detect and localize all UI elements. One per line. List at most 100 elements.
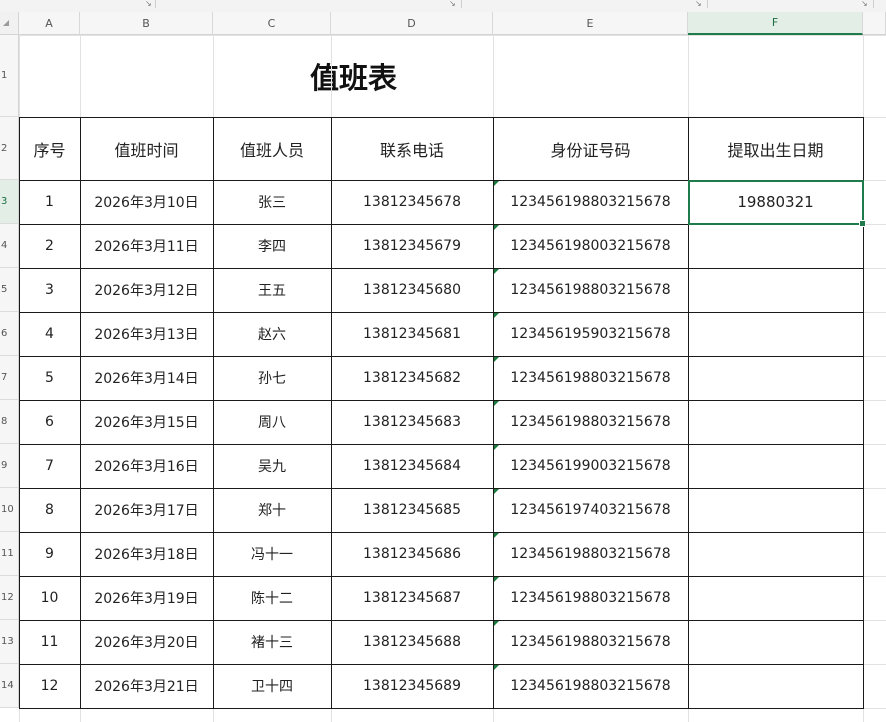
row-header-3[interactable]: 3 <box>0 180 19 224</box>
column-header-c[interactable]: C <box>213 12 331 35</box>
header-cell[interactable]: 身份证号码 <box>493 117 688 180</box>
row-header-5[interactable]: 5 <box>0 268 19 312</box>
table-cell[interactable] <box>688 664 863 708</box>
table-cell[interactable]: 123456198803215678 <box>493 356 688 400</box>
row-header-13[interactable]: 13 <box>0 620 19 664</box>
ribbon-launcher-icon[interactable]: ↘ <box>145 0 152 8</box>
table-cell[interactable] <box>688 620 863 664</box>
row-header-1[interactable]: 1 <box>0 35 19 117</box>
table-cell[interactable]: 吴九 <box>213 444 331 488</box>
error-indicator-icon[interactable] <box>494 665 499 670</box>
table-cell[interactable]: 2026年3月10日 <box>80 180 213 224</box>
table-cell[interactable]: 8 <box>19 488 80 532</box>
row-header-4[interactable]: 4 <box>0 224 19 268</box>
header-cell[interactable]: 值班时间 <box>80 117 213 180</box>
column-header-d[interactable]: D <box>331 12 493 35</box>
sheet-title[interactable]: 值班表 <box>19 35 688 117</box>
table-cell[interactable] <box>688 532 863 576</box>
table-cell[interactable]: 123456198803215678 <box>493 532 688 576</box>
row-header-12[interactable]: 12 <box>0 576 19 620</box>
error-indicator-icon[interactable] <box>494 489 499 494</box>
table-cell[interactable]: 2026年3月17日 <box>80 488 213 532</box>
error-indicator-icon[interactable] <box>494 269 499 274</box>
table-cell[interactable]: 王五 <box>213 268 331 312</box>
table-cell[interactable]: 13812345683 <box>331 400 493 444</box>
table-cell[interactable] <box>688 488 863 532</box>
table-cell[interactable]: 赵六 <box>213 312 331 356</box>
table-cell[interactable]: 11 <box>19 620 80 664</box>
table-cell[interactable]: 13812345679 <box>331 224 493 268</box>
table-cell[interactable]: 13812345688 <box>331 620 493 664</box>
column-header-e[interactable]: E <box>493 12 688 35</box>
ribbon-launcher-icon[interactable]: ↘ <box>695 0 702 8</box>
table-cell[interactable]: 5 <box>19 356 80 400</box>
table-cell[interactable]: 123456198803215678 <box>493 620 688 664</box>
worksheet-grid[interactable]: 值班表 序号 值班时间 值班人员 联系电话 身份证号码 提取出生日期 1 2026年3月10日… <box>19 35 886 722</box>
table-cell[interactable]: 7 <box>19 444 80 488</box>
table-cell[interactable]: 123456198803215678 <box>493 400 688 444</box>
table-cell[interactable]: 2026年3月20日 <box>80 620 213 664</box>
table-cell[interactable]: 12 <box>19 664 80 708</box>
table-cell[interactable]: 郑十 <box>213 488 331 532</box>
table-cell[interactable]: 13812345682 <box>331 356 493 400</box>
error-indicator-icon[interactable] <box>494 313 499 318</box>
table-cell[interactable]: 2026年3月19日 <box>80 576 213 620</box>
error-indicator-icon[interactable] <box>494 401 499 406</box>
table-cell[interactable]: 9 <box>19 532 80 576</box>
table-cell[interactable] <box>688 444 863 488</box>
table-cell[interactable]: 周八 <box>213 400 331 444</box>
table-cell[interactable]: 2026年3月21日 <box>80 664 213 708</box>
table-cell[interactable]: 冯十一 <box>213 532 331 576</box>
table-cell[interactable]: 13812345684 <box>331 444 493 488</box>
column-header-next[interactable] <box>863 12 886 35</box>
row-header-2[interactable]: 2 <box>0 117 19 180</box>
table-cell[interactable]: 孙七 <box>213 356 331 400</box>
row-header-7[interactable]: 7 <box>0 356 19 400</box>
table-cell[interactable] <box>688 400 863 444</box>
table-cell[interactable]: 123456195903215678 <box>493 312 688 356</box>
active-cell-selection[interactable] <box>688 180 866 227</box>
error-indicator-icon[interactable] <box>494 445 499 450</box>
header-cell[interactable]: 序号 <box>19 117 80 180</box>
table-cell[interactable]: 2026年3月15日 <box>80 400 213 444</box>
table-cell[interactable] <box>688 268 863 312</box>
table-cell[interactable]: 123456198803215678 <box>493 664 688 708</box>
table-cell[interactable]: 2026年3月11日 <box>80 224 213 268</box>
error-indicator-icon[interactable] <box>494 357 499 362</box>
table-cell[interactable]: 13812345680 <box>331 268 493 312</box>
table-cell[interactable] <box>688 312 863 356</box>
table-cell[interactable]: 123456198803215678 <box>493 268 688 312</box>
table-cell[interactable]: 2 <box>19 224 80 268</box>
table-cell[interactable]: 张三 <box>213 180 331 224</box>
table-cell[interactable]: 13812345678 <box>331 180 493 224</box>
ribbon-launcher-icon[interactable]: ↘ <box>861 0 868 8</box>
table-cell[interactable]: 13812345686 <box>331 532 493 576</box>
table-cell[interactable]: 褚十三 <box>213 620 331 664</box>
row-header-10[interactable]: 10 <box>0 488 19 532</box>
table-cell[interactable]: 卫十四 <box>213 664 331 708</box>
column-header-b[interactable]: B <box>80 12 213 35</box>
table-cell[interactable]: 2026年3月18日 <box>80 532 213 576</box>
table-cell[interactable]: 13812345685 <box>331 488 493 532</box>
row-header-6[interactable]: 6 <box>0 312 19 356</box>
table-cell[interactable]: 13812345681 <box>331 312 493 356</box>
error-indicator-icon[interactable] <box>494 621 499 626</box>
table-cell[interactable]: 123456198003215678 <box>493 224 688 268</box>
row-header-8[interactable]: 8 <box>0 400 19 444</box>
table-cell[interactable]: 2026年3月14日 <box>80 356 213 400</box>
table-cell[interactable]: 3 <box>19 268 80 312</box>
table-cell[interactable]: 10 <box>19 576 80 620</box>
table-cell[interactable]: 123456198803215678 <box>493 180 688 224</box>
table-cell[interactable]: 13812345689 <box>331 664 493 708</box>
table-cell[interactable] <box>688 224 863 268</box>
table-cell[interactable]: 4 <box>19 312 80 356</box>
table-cell[interactable]: 陈十二 <box>213 576 331 620</box>
error-indicator-icon[interactable] <box>494 577 499 582</box>
table-cell[interactable]: 2026年3月12日 <box>80 268 213 312</box>
header-cell[interactable]: 值班人员 <box>213 117 331 180</box>
error-indicator-icon[interactable] <box>494 181 499 186</box>
row-header-14[interactable]: 14 <box>0 664 19 708</box>
table-cell[interactable] <box>688 576 863 620</box>
ribbon-launcher-icon[interactable]: ↘ <box>449 0 456 8</box>
table-cell[interactable]: 2026年3月13日 <box>80 312 213 356</box>
